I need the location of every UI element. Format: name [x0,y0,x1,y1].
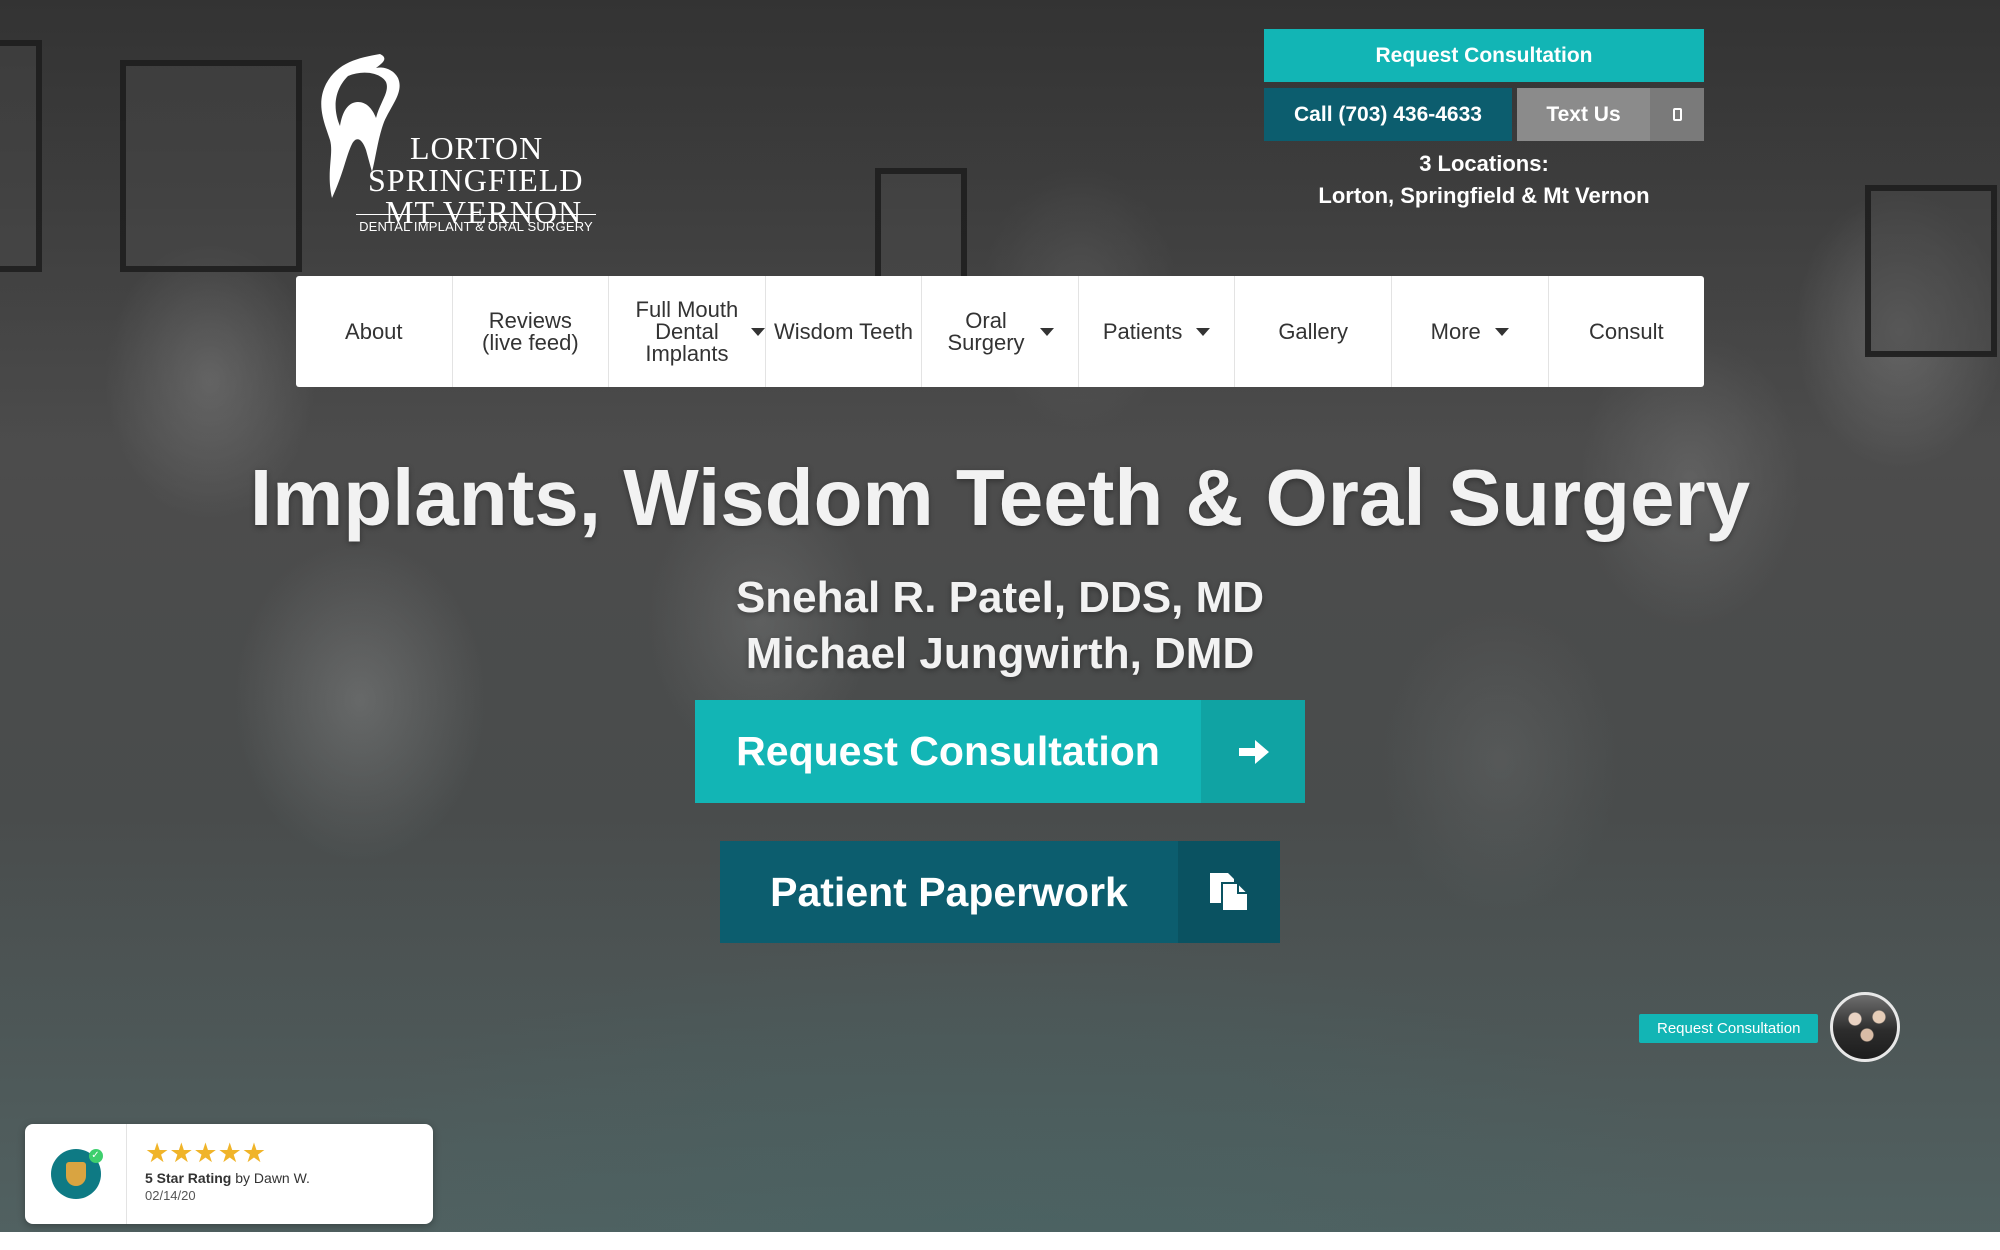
nav-label: Wisdom Teeth [773,318,913,344]
cta-label: Request Consultation [736,728,1160,774]
chevron-down-icon [1494,327,1509,336]
logo-line-lorton: LORTON [410,130,544,166]
star-rating: ★★★★★ [145,1138,267,1168]
phone-icon [1650,88,1704,141]
nav-item-patients[interactable]: Patients [1079,276,1236,387]
header-request-consultation-button[interactable]: Request Consultation [1264,29,1704,82]
locations-info: 3 Locations: Lorton, Springfield & Mt Ve… [1264,148,1704,212]
wall-frame [0,40,42,272]
nav-label: Reviews (live feed) [482,307,579,355]
arrow-right-icon [1201,700,1305,803]
request-consultation-cta-button[interactable]: Request Consultation [695,700,1305,803]
text-us-label: Text Us [1546,102,1621,126]
team-avatar[interactable] [1830,992,1900,1062]
cta-label: Patient Paperwork [770,868,1128,915]
text-us-button[interactable]: Text Us [1517,88,1704,141]
doctor-name: Snehal R. Patel, DDS, MD [735,573,1265,622]
logo-line-springfield: SPRINGFIELD [368,162,584,198]
documents-icon [1178,841,1280,943]
doctor-name: Michael Jungwirth, DMD [745,629,1255,678]
nav-label: About [345,318,403,344]
call-phone-button[interactable]: Call (703) 436-4633 [1264,88,1512,141]
nav-item-wisdom-teeth[interactable]: Wisdom Teeth [766,276,923,387]
floating-request-consultation-button[interactable]: Request Consultation [1639,1014,1819,1043]
hero-title: Implants, Wisdom Teeth & Oral Surgery [249,453,1751,542]
logo-subtitle: DENTAL IMPLANT & ORAL SURGERY [356,214,596,234]
rating-bold: 5 Star Rating [145,1170,232,1186]
review-date: 02/14/20 [145,1188,196,1203]
nav-label: Oral Surgery [947,307,1025,355]
page-bottom-edge [0,1232,2000,1250]
nav-item-more[interactable]: More [1392,276,1549,387]
nav-label: Consult [1588,318,1664,344]
main-navigation: About Reviews (live feed) Full Mouth Den… [296,276,1704,387]
locations-list: Lorton, Springfield & Mt Vernon [1318,183,1650,208]
chevron-down-icon [1196,327,1211,336]
practice-logo[interactable]: LORTON SPRINGFIELD MT VERNON DENTAL IMPL… [318,52,598,234]
nav-item-reviews[interactable]: Reviews (live feed) [453,276,610,387]
rating-text: 5 Star Rating by Dawn W. [145,1170,310,1186]
nav-item-oral-surgery[interactable]: Oral Surgery [922,276,1079,387]
locations-count: 3 Locations: [1419,151,1549,176]
nav-item-consult[interactable]: Consult [1549,276,1705,387]
review-badge-logo: ✓ [25,1124,127,1224]
nav-item-full-mouth-dental-implants[interactable]: Full Mouth Dental Implants [609,276,766,387]
chevron-down-icon [750,327,765,336]
wall-frame [120,60,302,272]
patient-paperwork-cta-button[interactable]: Patient Paperwork [720,841,1280,943]
rating-author: by Dawn W. [231,1170,310,1186]
chevron-down-icon [1040,327,1055,336]
nav-label: Gallery [1278,318,1348,344]
wall-frame [1865,185,1997,357]
nav-label: Full Mouth Dental Implants [635,296,739,366]
nav-label: More [1430,318,1481,344]
hero-doctors: Snehal R. Patel, DDS, MD Michael Jungwir… [0,570,2000,682]
nav-item-about[interactable]: About [296,276,453,387]
verified-shield-icon: ✓ [50,1149,103,1199]
review-badge[interactable]: ✓ ★★★★★ 5 Star Rating by Dawn W. 02/14/2… [25,1124,433,1224]
nav-item-gallery[interactable]: Gallery [1235,276,1392,387]
nav-label: Patients [1102,318,1183,344]
